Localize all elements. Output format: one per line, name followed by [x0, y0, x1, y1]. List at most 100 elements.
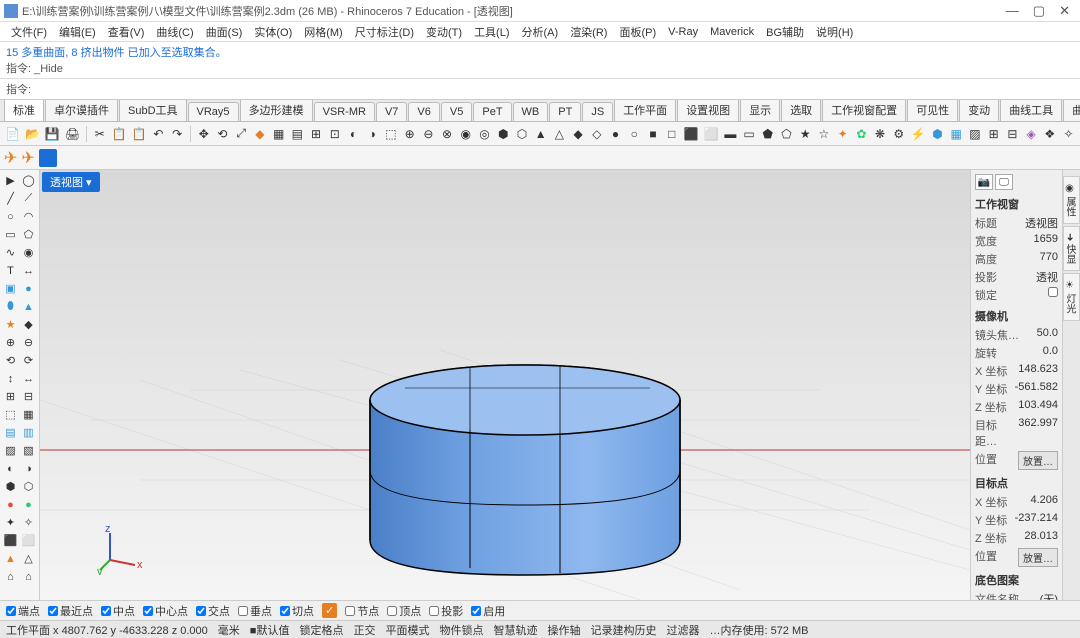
tool-icon[interactable]: ⌂ [20, 568, 37, 585]
menu-curve[interactable]: 曲线(C) [151, 22, 198, 42]
tab-transform[interactable]: 变动 [959, 100, 999, 121]
tool-icon[interactable]: ◑ [364, 125, 380, 143]
tool-icon[interactable]: ⬜ [20, 532, 37, 549]
camera-icon[interactable]: 📷 [975, 174, 993, 190]
layer[interactable]: ■默认值 [250, 622, 290, 638]
prop-width-value[interactable]: 1659 [1034, 233, 1058, 249]
new-icon[interactable]: 📄 [4, 125, 21, 143]
osnap-end[interactable] [6, 606, 16, 616]
rect-icon[interactable]: ▭ [2, 226, 19, 243]
tab-pet[interactable]: PeT [473, 102, 511, 121]
tool-icon[interactable]: ⬛ [2, 532, 19, 549]
tool-icon[interactable]: ⬜ [703, 125, 720, 143]
tab-v6[interactable]: V6 [408, 102, 439, 121]
menu-edit[interactable]: 编辑(E) [54, 22, 101, 42]
line-icon[interactable]: ╱ [2, 190, 19, 207]
tool-icon[interactable]: ⌂ [2, 568, 19, 585]
gumball[interactable]: 操作轴 [547, 622, 580, 638]
menu-view[interactable]: 查看(V) [103, 22, 150, 42]
prop-zc-value[interactable]: 103.494 [1018, 399, 1058, 415]
polygon-icon[interactable]: ⬠ [20, 226, 37, 243]
tool-icon[interactable]: ★ [797, 125, 813, 143]
osnap-int[interactable] [196, 606, 206, 616]
menu-dimension[interactable]: 尺寸标注(D) [350, 22, 419, 42]
tool-icon[interactable]: ▲ [533, 125, 549, 143]
tool-icon[interactable]: ▲ [2, 550, 19, 567]
units[interactable]: 毫米 [218, 622, 240, 638]
highlight-icon[interactable] [39, 149, 57, 167]
gridsnap[interactable]: 锁定格点 [299, 622, 343, 638]
paste-icon[interactable]: 📋 [131, 125, 148, 143]
tab-visibility[interactable]: 可见性 [907, 100, 958, 121]
cone-icon[interactable]: ▲ [20, 298, 37, 315]
airplane-icon[interactable]: ✈ [4, 148, 17, 168]
tab-viewport[interactable]: 工作视窗配置 [822, 100, 906, 121]
place-button[interactable]: 放置… [1018, 451, 1058, 470]
smarttrack[interactable]: 智慧轨迹 [493, 622, 537, 638]
tool-icon[interactable]: ◆ [252, 125, 268, 143]
command-line[interactable]: 指令: [0, 79, 1080, 100]
tool-icon[interactable]: △ [20, 550, 37, 567]
tool-icon[interactable]: ⊡ [327, 125, 343, 143]
planar[interactable]: 平面模式 [385, 622, 429, 638]
tool-icon[interactable]: ◆ [20, 316, 37, 333]
tool-icon[interactable]: ○ [626, 125, 642, 143]
tool-icon[interactable]: ● [608, 125, 624, 143]
tool-icon[interactable]: ▥ [20, 424, 37, 441]
open-icon[interactable]: 📂 [24, 125, 41, 143]
tool-icon[interactable]: ⬡ [20, 478, 37, 495]
close-button[interactable]: ✕ [1059, 3, 1070, 19]
tool-icon[interactable]: ⬢ [930, 125, 946, 143]
tab-subd[interactable]: SubD工具 [119, 100, 187, 121]
tool-icon[interactable]: ⊕ [402, 125, 418, 143]
maximize-button[interactable]: ▢ [1033, 3, 1045, 19]
tool-icon[interactable]: ◇ [589, 125, 605, 143]
tool-icon[interactable]: ◐ [346, 125, 362, 143]
tool-icon[interactable]: ◈ [1023, 125, 1039, 143]
lasso-icon[interactable]: ◯ [20, 172, 37, 189]
tool-icon[interactable]: ✧ [20, 514, 37, 531]
tool-icon[interactable]: ▤ [289, 125, 305, 143]
osnap-cen[interactable] [143, 606, 153, 616]
tab-setview[interactable]: 设置视图 [677, 100, 739, 121]
tab-vray5[interactable]: VRay5 [188, 102, 239, 121]
tab-v5[interactable]: V5 [441, 102, 472, 121]
tool-icon[interactable]: ⊟ [20, 388, 37, 405]
move-icon[interactable]: ✥ [196, 125, 212, 143]
tool-icon[interactable]: ⬟ [760, 125, 776, 143]
tool-icon[interactable]: ⬚ [2, 406, 19, 423]
tab-poly[interactable]: 多边形建模 [240, 100, 313, 121]
tool-icon[interactable]: ▦ [20, 406, 37, 423]
tool-icon[interactable]: ⚙ [891, 125, 907, 143]
tab-v7[interactable]: V7 [376, 102, 407, 121]
tool-icon[interactable]: ↕ [2, 370, 19, 387]
tool-icon[interactable]: ▨ [967, 125, 983, 143]
tool-icon[interactable]: ❋ [872, 125, 888, 143]
tool-icon[interactable]: ⬚ [383, 125, 399, 143]
filter[interactable]: 过滤器 [666, 622, 699, 638]
tool-icon[interactable]: ⊖ [421, 125, 437, 143]
tab-cplane[interactable]: 工作平面 [614, 100, 676, 121]
prop-proj-value[interactable]: 透视 [1036, 269, 1058, 285]
tool-icon[interactable]: ⊞ [308, 125, 324, 143]
menu-analyze[interactable]: 分析(A) [517, 22, 564, 42]
tool-icon[interactable]: ◉ [458, 125, 474, 143]
tool-icon[interactable]: ✦ [835, 125, 851, 143]
menu-help[interactable]: 说明(H) [811, 22, 858, 42]
tool-icon[interactable]: ⊖ [20, 334, 37, 351]
menu-surface[interactable]: 曲面(S) [201, 22, 248, 42]
circle-icon[interactable]: ○ [2, 208, 19, 225]
sidetab-display[interactable]: ➜ 快显 [1063, 226, 1080, 271]
menu-transform[interactable]: 变动(T) [421, 22, 467, 42]
tool-icon[interactable]: ⬛ [683, 125, 700, 143]
copy-icon[interactable]: 📋 [111, 125, 128, 143]
tool-icon[interactable]: ✦ [2, 514, 19, 531]
tab-select[interactable]: 选取 [781, 100, 821, 121]
tool-icon[interactable]: ✿ [854, 125, 870, 143]
tool-icon[interactable]: ▬ [722, 125, 738, 143]
star-icon[interactable]: ★ [2, 316, 19, 333]
tool-icon[interactable]: ⊞ [2, 388, 19, 405]
prop-lens-value[interactable]: 50.0 [1037, 327, 1058, 343]
prop-file-value[interactable]: (无) [1040, 591, 1058, 600]
prop-xt-value[interactable]: 4.206 [1030, 494, 1058, 510]
